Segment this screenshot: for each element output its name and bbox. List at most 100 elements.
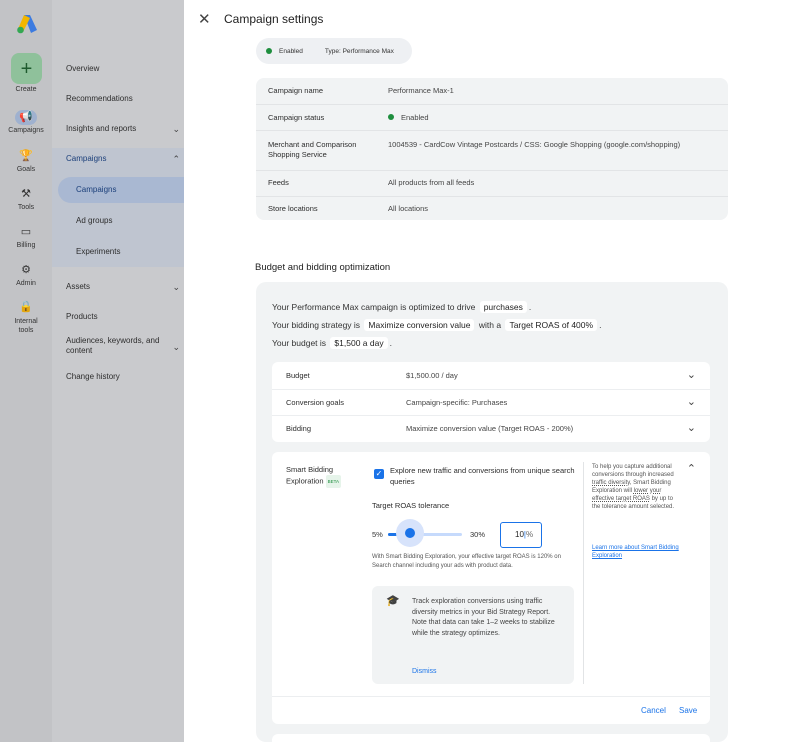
row-label: Campaign status (268, 113, 325, 122)
row-label: Feeds (268, 178, 289, 187)
summary-line-budget: Your budget is $1,500 a day. (272, 337, 392, 349)
rail-item-label: Admin (16, 280, 36, 287)
rail-item-label: Tools (17, 204, 35, 211)
tracking-text: Track exploration conversions using traf… (412, 598, 555, 637)
nav-item-label: Campaigns (66, 154, 107, 163)
accordion-row-conversion-goals[interactable]: Conversion goals Campaign-specific: Purc… (272, 389, 710, 415)
help-text-part: To help you capture additional conversio… (592, 464, 674, 478)
nav-sub-campaigns[interactable]: Campaigns (58, 177, 184, 203)
row-value: All locations (388, 204, 429, 213)
accordion-value: Campaign-specific: Purchases (406, 398, 508, 407)
rail-item-internal-tools[interactable]: 🔒 Internal tools (0, 300, 52, 335)
dismiss-link[interactable]: Dismiss (412, 668, 437, 675)
learn-more-link[interactable]: Learn more about Smart Bidding Explorati… (592, 544, 682, 560)
slider-min-label: 5% (372, 530, 383, 539)
chevron-up-icon: ⌃ (172, 154, 180, 164)
nav-sub-ad-groups[interactable]: Ad groups (58, 208, 184, 234)
help-text: To help you capture additional conversio… (592, 463, 682, 511)
cancel-button[interactable]: Cancel (641, 706, 666, 715)
slider-max-label: 30% (470, 530, 486, 539)
plus-icon: + (20, 57, 33, 80)
rail-item-billing[interactable]: ▭ Billing (0, 225, 52, 249)
rail-item-label: Billing (16, 242, 36, 249)
settings-accordion: Budget $1,500.00 / day ⌄ Conversion goal… (272, 362, 710, 442)
chip-type: Type: Performance Max (324, 47, 394, 55)
nav-sub-experiments[interactable]: Experiments (58, 239, 184, 265)
chevron-down-icon[interactable]: ⌄ (687, 421, 696, 434)
rail-item-goals[interactable]: 🏆 Goals (0, 149, 52, 173)
summary-text: Your bidding strategy is (272, 320, 361, 330)
nav-item-products[interactable]: Products (66, 312, 184, 322)
chevron-down-icon[interactable]: ⌄ (687, 368, 696, 381)
sbe-title: Smart Bidding Exploration BETA (286, 464, 366, 488)
explore-checkbox[interactable]: ✓ (374, 469, 384, 479)
divider (583, 462, 584, 684)
close-icon[interactable]: ✕ (198, 10, 211, 28)
gear-icon: ⚙ (21, 264, 31, 276)
accordion-label: Budget (286, 371, 310, 380)
nav-item-assets[interactable]: Assets ⌄ (66, 282, 184, 292)
rail-item-label: Goals (16, 166, 36, 173)
rail-item-admin[interactable]: ⚙ Admin (0, 263, 52, 287)
summary-line-bidding: Your bidding strategy is Maximize conver… (272, 319, 602, 331)
accordion-row-bidding[interactable]: Bidding Maximize conversion value (Targe… (272, 415, 710, 441)
tools-icon: ⚒ (21, 188, 31, 200)
row-value: Enabled (388, 113, 688, 123)
accordion-row-budget[interactable]: Budget $1,500.00 / day ⌄ (272, 363, 710, 389)
rail-item-label: Internal tools (14, 318, 38, 334)
chevron-down-icon[interactable]: ⌄ (687, 395, 696, 408)
nav-item-recommendations[interactable]: Recommendations (66, 94, 184, 104)
secondary-nav: Overview Recommendations Insights and re… (52, 0, 184, 742)
row-value: All products from all feeds (388, 178, 475, 187)
summary-pill: purchases (479, 301, 527, 313)
graduation-cap-icon: 🎓 (386, 595, 400, 607)
row-label: Merchant and Comparison Shopping Service (268, 140, 357, 159)
nav-item-campaigns[interactable]: Campaigns ⌃ (66, 154, 184, 164)
rail-item-label: Campaigns (8, 127, 44, 134)
credit-card-icon: ▭ (20, 226, 32, 238)
checkbox-label: Explore new traffic and conversions from… (390, 466, 575, 486)
roas-tolerance-input[interactable]: 10|% (500, 522, 542, 548)
settings-summary-card: Campaign name Performance Max-1 Campaign… (256, 78, 728, 220)
row-campaign-status[interactable]: Campaign status Enabled (256, 104, 728, 130)
smart-bidding-exploration-card: Smart Bidding Exploration BETA ✓ Explore… (272, 452, 710, 724)
save-button[interactable]: Save (679, 706, 697, 715)
accordion-value: Maximize conversion value (Target ROAS -… (406, 424, 574, 433)
next-section-card (272, 734, 710, 742)
accordion-label: Conversion goals (286, 398, 344, 407)
row-label: Campaign name (268, 86, 324, 95)
lock-icon: 🔒 (19, 301, 33, 313)
nav-item-label: Audiences, keywords, and content (66, 336, 160, 355)
row-feeds[interactable]: Feeds All products from all feeds (256, 170, 728, 196)
megaphone-icon: 📢 (15, 110, 37, 125)
chevron-down-icon: ⌄ (172, 282, 180, 292)
budget-bidding-card: Your Performance Max campaign is optimiz… (256, 282, 728, 742)
summary-text: with a (478, 320, 502, 330)
rail-item-campaigns[interactable]: 📢 Campaigns (0, 110, 52, 134)
campaign-settings-panel: ✕ Campaign settings Enabled Type: Perfor… (184, 0, 800, 742)
chevron-down-icon: ⌄ (172, 124, 180, 134)
enabled-dot-icon (388, 114, 394, 120)
create-button[interactable]: + (11, 53, 42, 84)
nav-item-overview[interactable]: Overview (66, 64, 184, 74)
create-label: Create (15, 86, 37, 93)
summary-text: Your budget is (272, 338, 327, 348)
effective-roas-note: With Smart Bidding Exploration, your eff… (372, 554, 561, 569)
row-value: 1004539 - CardCow Vintage Postcards / CS… (388, 140, 681, 149)
nav-item-audiences[interactable]: Audiences, keywords, and content ⌄ (66, 336, 184, 356)
nav-item-insights[interactable]: Insights and reports ⌄ (66, 124, 184, 134)
row-merchant[interactable]: Merchant and Comparison Shopping Service… (256, 130, 728, 170)
chevron-up-icon[interactable]: ⌃ (687, 462, 696, 475)
tracking-info-box: 🎓 Track exploration conversions using tr… (372, 586, 574, 684)
help-term-link[interactable]: traffic diversity (592, 480, 630, 486)
nav-item-change-history[interactable]: Change history (66, 372, 184, 382)
rail-item-tools[interactable]: ⚒ Tools (0, 187, 52, 211)
tolerance-label: Target ROAS tolerance (372, 501, 450, 510)
accordion-label: Bidding (286, 424, 312, 433)
chevron-down-icon: ⌄ (172, 342, 180, 352)
google-ads-logo[interactable] (16, 14, 38, 34)
section-title: Budget and bidding optimization (255, 262, 391, 273)
input-unit: % (525, 530, 534, 539)
slider-thumb[interactable] (405, 528, 415, 538)
row-store-locations[interactable]: Store locations All locations (256, 196, 728, 220)
